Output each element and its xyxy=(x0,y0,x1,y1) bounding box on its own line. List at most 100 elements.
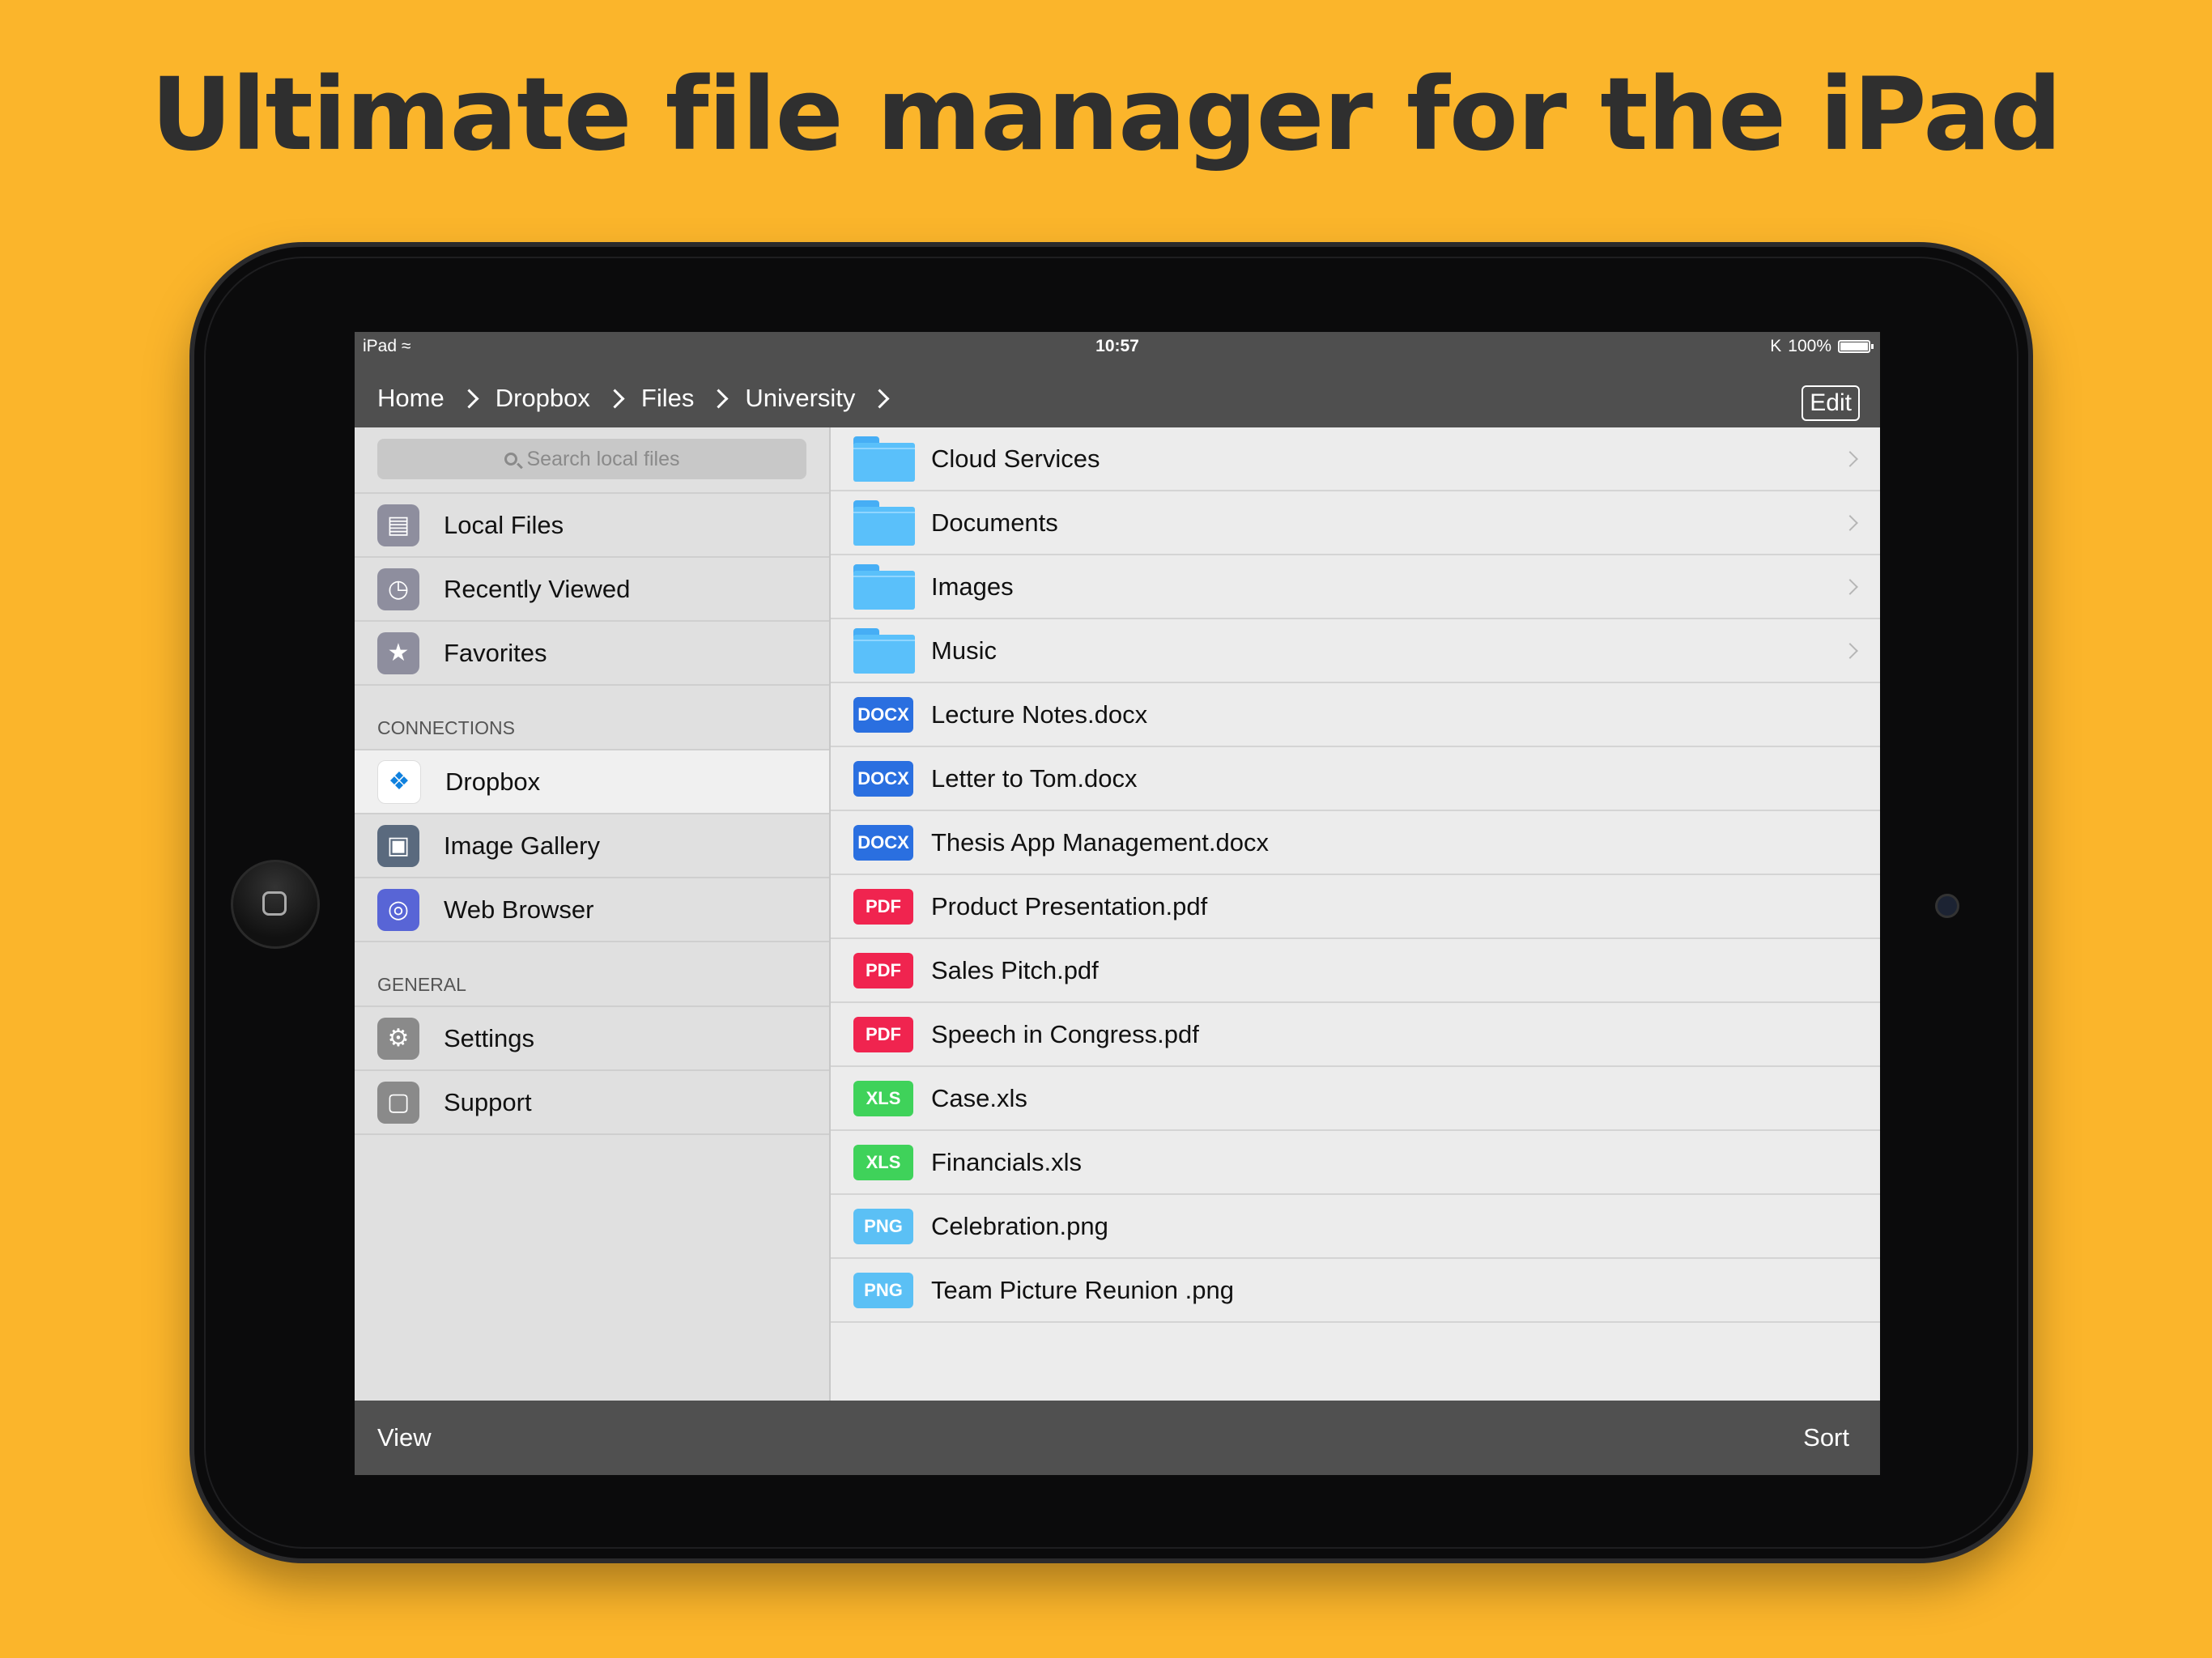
chevron-right-icon xyxy=(1842,515,1858,531)
sidebar-item-label: Dropbox xyxy=(445,767,541,796)
file-name: Documents xyxy=(931,508,1058,537)
breadcrumb-item[interactable]: Files xyxy=(641,384,694,413)
folder-icon: ▤ xyxy=(377,504,419,546)
gear-icon: ⚙ xyxy=(377,1017,419,1060)
bluetooth-icon: K xyxy=(1770,337,1782,355)
breadcrumb-item[interactable]: Home xyxy=(377,384,445,413)
chat-bubble-icon: ▢ xyxy=(377,1081,419,1124)
sidebar-item[interactable]: ❖ Dropbox xyxy=(355,750,829,814)
navigation-bar: Home Dropbox Files University Edit xyxy=(355,363,1880,436)
image-icon: ▣ xyxy=(377,824,419,867)
file-name: Images xyxy=(931,572,1014,601)
folder-icon xyxy=(853,436,915,482)
dropbox-icon: ❖ xyxy=(377,759,421,804)
chevron-right-icon xyxy=(1842,451,1858,467)
sidebar-item[interactable]: ◎ Web Browser xyxy=(355,878,829,942)
file-type-badge: DOCX xyxy=(853,760,913,797)
sidebar-top-items: ▤ Local Files ◷ Recently Viewed ★ Favorites xyxy=(355,494,829,686)
file-type-badge: DOCX xyxy=(853,696,913,733)
home-square-icon xyxy=(262,891,287,916)
sidebar-item-label: Recently Viewed xyxy=(444,574,631,603)
file-name: Speech in Congress.pdf xyxy=(931,1019,1199,1048)
file-row[interactable]: Cloud Services xyxy=(831,427,1880,491)
file-row[interactable]: XLS Case.xls xyxy=(831,1067,1880,1131)
chevron-right-icon xyxy=(459,388,479,409)
sidebar-connections: ❖ Dropbox ▣ Image Gallery ◎ Web Browser xyxy=(355,750,829,942)
file-type-badge: PNG xyxy=(853,1208,913,1244)
file-name: Lecture Notes.docx xyxy=(931,699,1148,729)
edit-button[interactable]: Edit xyxy=(1802,385,1860,421)
sidebar-item-label: Settings xyxy=(444,1023,535,1052)
sidebar-item[interactable]: ▢ Support xyxy=(355,1071,829,1135)
file-name: Thesis App Management.docx xyxy=(931,827,1270,857)
sidebar-item-label: Support xyxy=(444,1087,532,1116)
file-row[interactable]: DOCX Letter to Tom.docx xyxy=(831,747,1880,811)
ipad-screen: iPad ≈ 10:57 K 100% Home Dropbox Files Univ… xyxy=(355,332,1880,1475)
file-name: Cloud Services xyxy=(931,444,1100,473)
sidebar-item[interactable]: ★ Favorites xyxy=(355,622,829,686)
clock-icon: ◷ xyxy=(377,568,419,610)
breadcrumb-item[interactable]: University xyxy=(745,384,855,413)
file-row[interactable]: PDF Sales Pitch.pdf xyxy=(831,939,1880,1003)
battery-icon xyxy=(1838,340,1874,353)
file-row[interactable]: PDF Product Presentation.pdf xyxy=(831,875,1880,939)
file-type-badge: XLS xyxy=(853,1144,913,1180)
battery-percent: 100% xyxy=(1788,337,1831,355)
search-input[interactable]: Search local files xyxy=(377,439,806,479)
file-row[interactable]: DOCX Lecture Notes.docx xyxy=(831,683,1880,747)
sidebar-item-label: Local Files xyxy=(444,510,564,539)
sidebar-item[interactable]: ▤ Local Files xyxy=(355,494,829,558)
camera xyxy=(1935,894,1959,918)
chevron-right-icon xyxy=(605,388,625,409)
file-row[interactable]: PNG Team Picture Reunion .png xyxy=(831,1259,1880,1323)
file-type-badge: PNG xyxy=(853,1272,913,1308)
chevron-right-icon xyxy=(708,388,729,409)
sidebar-item-label: Image Gallery xyxy=(444,831,600,860)
sort-button[interactable]: Sort xyxy=(1803,1423,1849,1452)
chevron-right-icon xyxy=(1842,579,1858,595)
sidebar-item[interactable]: ▣ Image Gallery xyxy=(355,814,829,878)
sidebar-general: ⚙ Settings ▢ Support xyxy=(355,1007,829,1135)
file-name: Financials.xls xyxy=(931,1147,1083,1176)
file-type-badge: PDF xyxy=(853,1016,913,1052)
search-placeholder: Search local files xyxy=(526,447,680,470)
globe-icon: ◎ xyxy=(377,888,419,931)
breadcrumb: Home Dropbox Files University xyxy=(377,384,906,413)
sidebar-item-label: Web Browser xyxy=(444,895,594,924)
file-row[interactable]: Images xyxy=(831,555,1880,619)
connections-header: CONNECTIONS xyxy=(355,686,829,750)
sidebar: Search local files ▤ Local Files ◷ Recently… xyxy=(355,427,831,1407)
folder-icon xyxy=(853,627,915,674)
file-type-badge: XLS xyxy=(853,1080,913,1116)
file-name: Celebration.png xyxy=(931,1211,1108,1240)
file-row[interactable]: XLS Financials.xls xyxy=(831,1131,1880,1195)
file-type-badge: PDF xyxy=(853,888,913,925)
search-row: Search local files xyxy=(355,427,829,494)
file-name: Team Picture Reunion .png xyxy=(931,1275,1234,1304)
file-row[interactable]: Music xyxy=(831,619,1880,683)
file-row[interactable]: Documents xyxy=(831,491,1880,555)
file-row[interactable]: DOCX Thesis App Management.docx xyxy=(831,811,1880,875)
status-time: 10:57 xyxy=(1095,337,1139,355)
status-bar: iPad ≈ 10:57 K 100% xyxy=(355,332,1880,363)
breadcrumb-item[interactable]: Dropbox xyxy=(496,384,590,413)
file-type-badge: DOCX xyxy=(853,824,913,861)
folder-icon xyxy=(853,500,915,546)
chevron-right-icon xyxy=(870,388,890,409)
file-name: Music xyxy=(931,636,997,665)
file-name: Letter to Tom.docx xyxy=(931,763,1138,793)
sidebar-item[interactable]: ⚙ Settings xyxy=(355,1007,829,1071)
chevron-right-icon xyxy=(1842,643,1858,659)
bottom-toolbar: View Sort xyxy=(355,1401,1880,1475)
status-right: K 100% xyxy=(1770,337,1874,356)
file-row[interactable]: PNG Celebration.png xyxy=(831,1195,1880,1259)
sidebar-item-label: Favorites xyxy=(444,638,547,667)
view-button[interactable]: View xyxy=(377,1423,432,1452)
file-row[interactable]: PDF Speech in Congress.pdf xyxy=(831,1003,1880,1067)
file-name: Sales Pitch.pdf xyxy=(931,955,1099,984)
headline: Ultimate file manager for the iPad xyxy=(151,57,2061,173)
folder-icon xyxy=(853,563,915,610)
home-button[interactable] xyxy=(231,860,320,949)
file-type-badge: PDF xyxy=(853,952,913,988)
sidebar-item[interactable]: ◷ Recently Viewed xyxy=(355,558,829,622)
